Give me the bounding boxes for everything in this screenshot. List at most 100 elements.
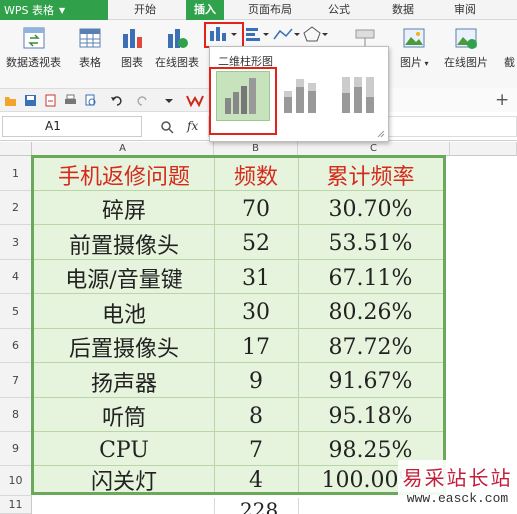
table-cell[interactable]: 闪关灯: [34, 467, 214, 495]
wps-menu-label: WPS 表格: [4, 4, 54, 17]
row-header-11[interactable]: 11: [0, 496, 32, 514]
new-tab-button[interactable]: +: [495, 90, 509, 110]
bar-chart-icon: [246, 28, 269, 41]
row-header-5[interactable]: 5: [0, 294, 32, 329]
line-chart-dropdown-button[interactable]: [272, 25, 300, 43]
menu-bar: WPS 表格 ▼ 开始 插入 页面布局 公式 数据 审阅: [0, 0, 517, 20]
table-cell[interactable]: 前置摄像头: [34, 226, 214, 261]
name-box[interactable]: A1: [2, 116, 142, 137]
table-label: 表格: [79, 56, 101, 69]
chart-button[interactable]: 图表: [120, 26, 144, 70]
site-watermark: 易采站长站 www.easck.com: [398, 460, 517, 514]
tab-formulas[interactable]: 公式: [328, 0, 350, 20]
spreadsheet-window: WPS 表格 ▼ 开始 插入 页面布局 公式 数据 审阅 数据透视表 表格 图表…: [0, 0, 517, 514]
table-header-cumulative[interactable]: 累计频率: [298, 158, 443, 192]
search-icon[interactable]: [160, 120, 174, 134]
table-cell[interactable]: 后置摄像头: [34, 330, 214, 364]
row-header-1[interactable]: 1: [0, 156, 32, 191]
open-folder-icon[interactable]: [4, 94, 17, 107]
table-cell[interactable]: 67.11%: [298, 261, 443, 295]
tab-review[interactable]: 审阅: [454, 0, 476, 20]
online-picture-label: 在线图片: [444, 56, 488, 69]
row-header-3[interactable]: 3: [0, 225, 32, 260]
bar-chart-dropdown-button[interactable]: [244, 25, 270, 43]
table-cell[interactable]: 扬声器: [34, 364, 214, 399]
table-button[interactable]: 表格: [78, 26, 102, 70]
print-icon[interactable]: [64, 94, 77, 107]
table-cell[interactable]: 电源/音量键: [34, 261, 214, 295]
table-icon: [79, 28, 101, 48]
row-header-10[interactable]: 10: [0, 466, 32, 496]
table-cell[interactable]: 52: [214, 226, 298, 261]
picture-icon: [403, 28, 425, 48]
row-header-9[interactable]: 9: [0, 432, 32, 466]
row-header-6[interactable]: 6: [0, 329, 32, 363]
row-header-2[interactable]: 2: [0, 191, 32, 225]
wps-logo-icon: [186, 95, 204, 107]
line-chart-icon: [273, 28, 300, 40]
table-cell[interactable]: 9: [214, 364, 298, 399]
percent-stacked-column-option[interactable]: [332, 71, 386, 121]
table-cell[interactable]: 70: [214, 192, 298, 226]
stacked-column-option[interactable]: [274, 71, 328, 121]
screenshot-button[interactable]: 截: [504, 26, 515, 70]
picture-label: 图片: [400, 56, 422, 69]
chevron-down-icon[interactable]: [162, 94, 175, 107]
chart-label: 图表: [121, 56, 143, 69]
table-cell[interactable]: 17: [214, 330, 298, 364]
save-icon[interactable]: [24, 94, 37, 107]
table-cell[interactable]: 95.18%: [298, 399, 443, 433]
column-header-b[interactable]: B: [214, 142, 298, 156]
table-cell[interactable]: CPU: [34, 433, 214, 467]
table-cell[interactable]: 91.67%: [298, 364, 443, 399]
row11-partial-value[interactable]: 228: [240, 500, 278, 514]
online-chart-button[interactable]: 在线图表: [155, 26, 199, 70]
resize-grip-icon[interactable]: [377, 130, 385, 138]
online-picture-icon: [455, 28, 477, 49]
table-cell[interactable]: 4: [214, 467, 298, 493]
clustered-column-highlight: [209, 67, 277, 135]
table-cell[interactable]: 80.26%: [298, 295, 443, 330]
pivot-table-label: 数据透视表: [6, 56, 61, 69]
tab-home[interactable]: 开始: [134, 0, 156, 20]
watermark-title: 易采站长站: [402, 466, 513, 490]
column-header-a[interactable]: A: [32, 142, 214, 156]
insert-function-button[interactable]: fx: [187, 119, 198, 133]
table-cell[interactable]: 7: [214, 433, 298, 467]
table-cell[interactable]: 8: [214, 399, 298, 433]
select-all-corner[interactable]: [0, 142, 32, 156]
column-header-c[interactable]: C: [298, 142, 450, 156]
export-pdf-icon[interactable]: [44, 94, 57, 107]
table-cell[interactable]: 30.70%: [298, 192, 443, 226]
row-header-7[interactable]: 7: [0, 363, 32, 398]
other-chart-dropdown-button[interactable]: [302, 25, 328, 43]
column-chart-highlight: [204, 22, 244, 48]
undo-icon[interactable]: [110, 94, 123, 107]
table-cell[interactable]: 87.72%: [298, 330, 443, 364]
table-cell[interactable]: 31: [214, 261, 298, 295]
screenshot-label: 截: [504, 56, 515, 69]
online-chart-icon: [168, 29, 188, 48]
row-header-8[interactable]: 8: [0, 398, 32, 432]
tab-page-layout[interactable]: 页面布局: [248, 0, 292, 20]
pivot-table-button[interactable]: 数据透视表: [6, 26, 61, 70]
online-picture-button[interactable]: 在线图片: [444, 26, 488, 70]
wps-menu-button[interactable]: WPS 表格 ▼: [0, 0, 108, 20]
tab-data[interactable]: 数据: [392, 0, 414, 20]
pivot-table-icon: [23, 27, 44, 49]
table-cell[interactable]: 碎屏: [34, 192, 214, 226]
print-preview-icon[interactable]: [84, 94, 97, 107]
tab-insert[interactable]: 插入: [186, 0, 224, 20]
redo-icon[interactable]: [136, 94, 149, 107]
table-cell[interactable]: 听筒: [34, 399, 214, 433]
row-header-4[interactable]: 4: [0, 260, 32, 294]
column-header-d[interactable]: [450, 142, 517, 156]
chart-icon: [123, 29, 142, 48]
table-cell[interactable]: 53.51%: [298, 226, 443, 261]
stacked-column-icon: [284, 79, 316, 113]
table-cell[interactable]: 30: [214, 295, 298, 330]
table-cell[interactable]: 电池: [34, 295, 214, 330]
table-header-frequency[interactable]: 频数: [214, 158, 298, 192]
table-header-problem[interactable]: 手机返修问题: [34, 158, 214, 192]
picture-button[interactable]: 图片 ▾: [400, 26, 429, 70]
